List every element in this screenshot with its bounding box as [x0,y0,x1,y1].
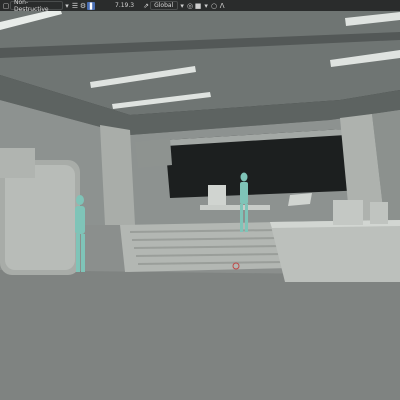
wave-icon[interactable]: Λ [218,2,226,10]
chevron-down-icon[interactable]: ▾ [178,2,186,10]
circle-icon[interactable]: ◎ [186,2,194,10]
gear-icon[interactable]: ⚙ [79,2,87,10]
pipe [0,148,35,178]
pause-icon[interactable]: ❚ [87,1,95,10]
barrel-group [333,200,363,225]
raised-platform [270,220,400,282]
cube-icon[interactable]: ▢ [2,2,10,10]
desk [200,205,270,210]
chevron-down-icon[interactable]: ▾ [63,2,71,10]
pillar [100,125,135,225]
barrel [370,202,388,224]
cryo-pod-face [5,165,75,270]
orientation-select-value: Global [154,2,174,9]
hanging-monitor [135,138,172,168]
circle-icon[interactable]: ○ [210,2,218,10]
chevron-down-icon[interactable]: ▾ [202,2,210,10]
mode-select[interactable]: Non-Destructive [10,0,63,13]
app-window: ▢ Non-Destructive ▾ ☰ ⚙ ❚ 7.19.3 ⇗ Globa… [0,0,400,400]
layers-icon[interactable]: ☰ [71,2,79,10]
laptop [288,193,312,206]
version-label: 7.19.3 [115,2,135,9]
3d-viewport[interactable] [0,0,400,400]
figure-left [75,195,85,272]
share-icon[interactable]: ⇗ [142,2,150,10]
console [208,185,226,205]
floor-front [0,270,400,400]
mode-select-value: Non-Destructive [14,0,49,13]
viewport-header: ▢ Non-Destructive ▾ ☰ ⚙ ❚ 7.19.3 ⇗ Globa… [0,0,400,13]
orientation-select[interactable]: Global [150,1,179,10]
square-icon[interactable]: ■ [194,2,202,10]
